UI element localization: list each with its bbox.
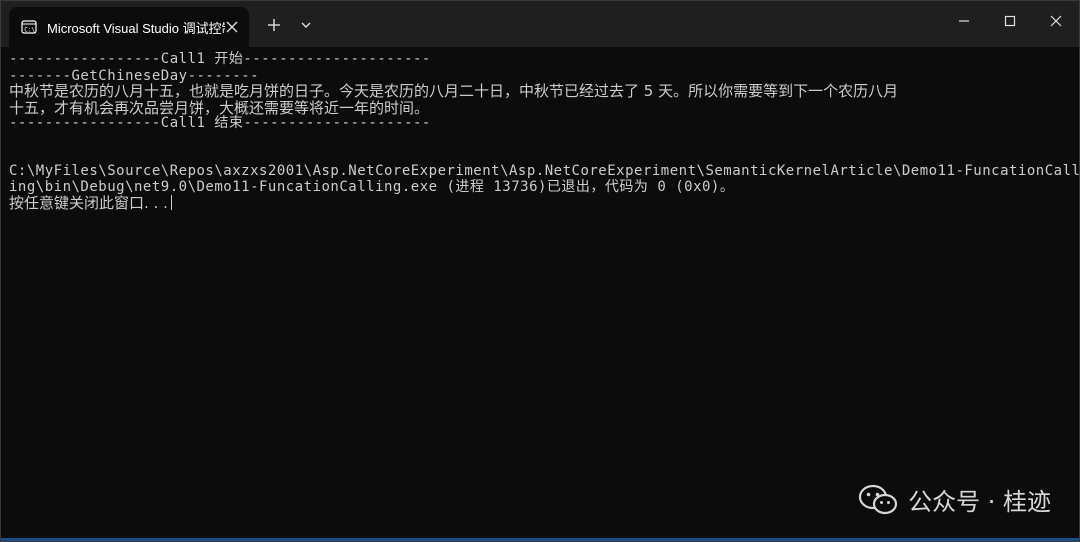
- console-line: 中秋节是农历的八月十五，也就是吃月饼的日子。今天是农历的八月二十日，中秋节已经过…: [9, 82, 899, 100]
- console-line: ing\bin\Debug\net9.0\Demo11-FuncationCal…: [9, 179, 735, 195]
- console-line: C:\MyFiles\Source\Repos\axzxs2001\Asp.Ne…: [9, 163, 1080, 179]
- console-prompt-line: 按任意键关闭此窗口. . .: [9, 195, 172, 211]
- console-output[interactable]: -----------------Call1 开始---------------…: [9, 49, 1079, 529]
- console-line: -----------------Call1 开始---------------…: [9, 51, 431, 67]
- plus-icon: [268, 19, 280, 31]
- watermark-text: 公众号 · 桂迹: [908, 488, 1051, 516]
- terminal-window: C:\ Microsoft Visual Studio 调试控制台: [0, 0, 1080, 542]
- wechat-icon: [859, 484, 898, 514]
- watermark: 公众号 · 桂迹: [858, 482, 1051, 517]
- console-line: 十五，才有机会再次品尝月饼，大概还需要等将近一年的时间。: [9, 99, 430, 117]
- svg-text:C:\: C:\: [24, 26, 35, 33]
- close-window-button[interactable]: [1033, 1, 1079, 41]
- new-tab-button[interactable]: [263, 14, 285, 36]
- text-cursor: [170, 195, 172, 210]
- maximize-icon: [1004, 15, 1016, 27]
- close-icon: [1050, 15, 1062, 27]
- console-app-icon: C:\: [21, 20, 37, 34]
- console-line: -----------------Call1 结束---------------…: [9, 115, 431, 131]
- minimize-icon: [959, 20, 969, 22]
- maximize-button[interactable]: [987, 1, 1033, 41]
- chevron-down-icon: [301, 22, 311, 28]
- minimize-button[interactable]: [941, 1, 987, 41]
- title-bar: C:\ Microsoft Visual Studio 调试控制台: [1, 1, 1079, 47]
- tab-title: Microsoft Visual Studio 调试控制台: [47, 20, 225, 36]
- tab-close-icon[interactable]: [223, 18, 241, 36]
- console-prompt-text: 按任意键关闭此窗口. . .: [9, 194, 168, 212]
- tab-dropdown-button[interactable]: [295, 14, 317, 36]
- tab-debug-console[interactable]: C:\ Microsoft Visual Studio 调试控制台: [9, 7, 249, 47]
- window-bottom-edge: [1, 538, 1079, 541]
